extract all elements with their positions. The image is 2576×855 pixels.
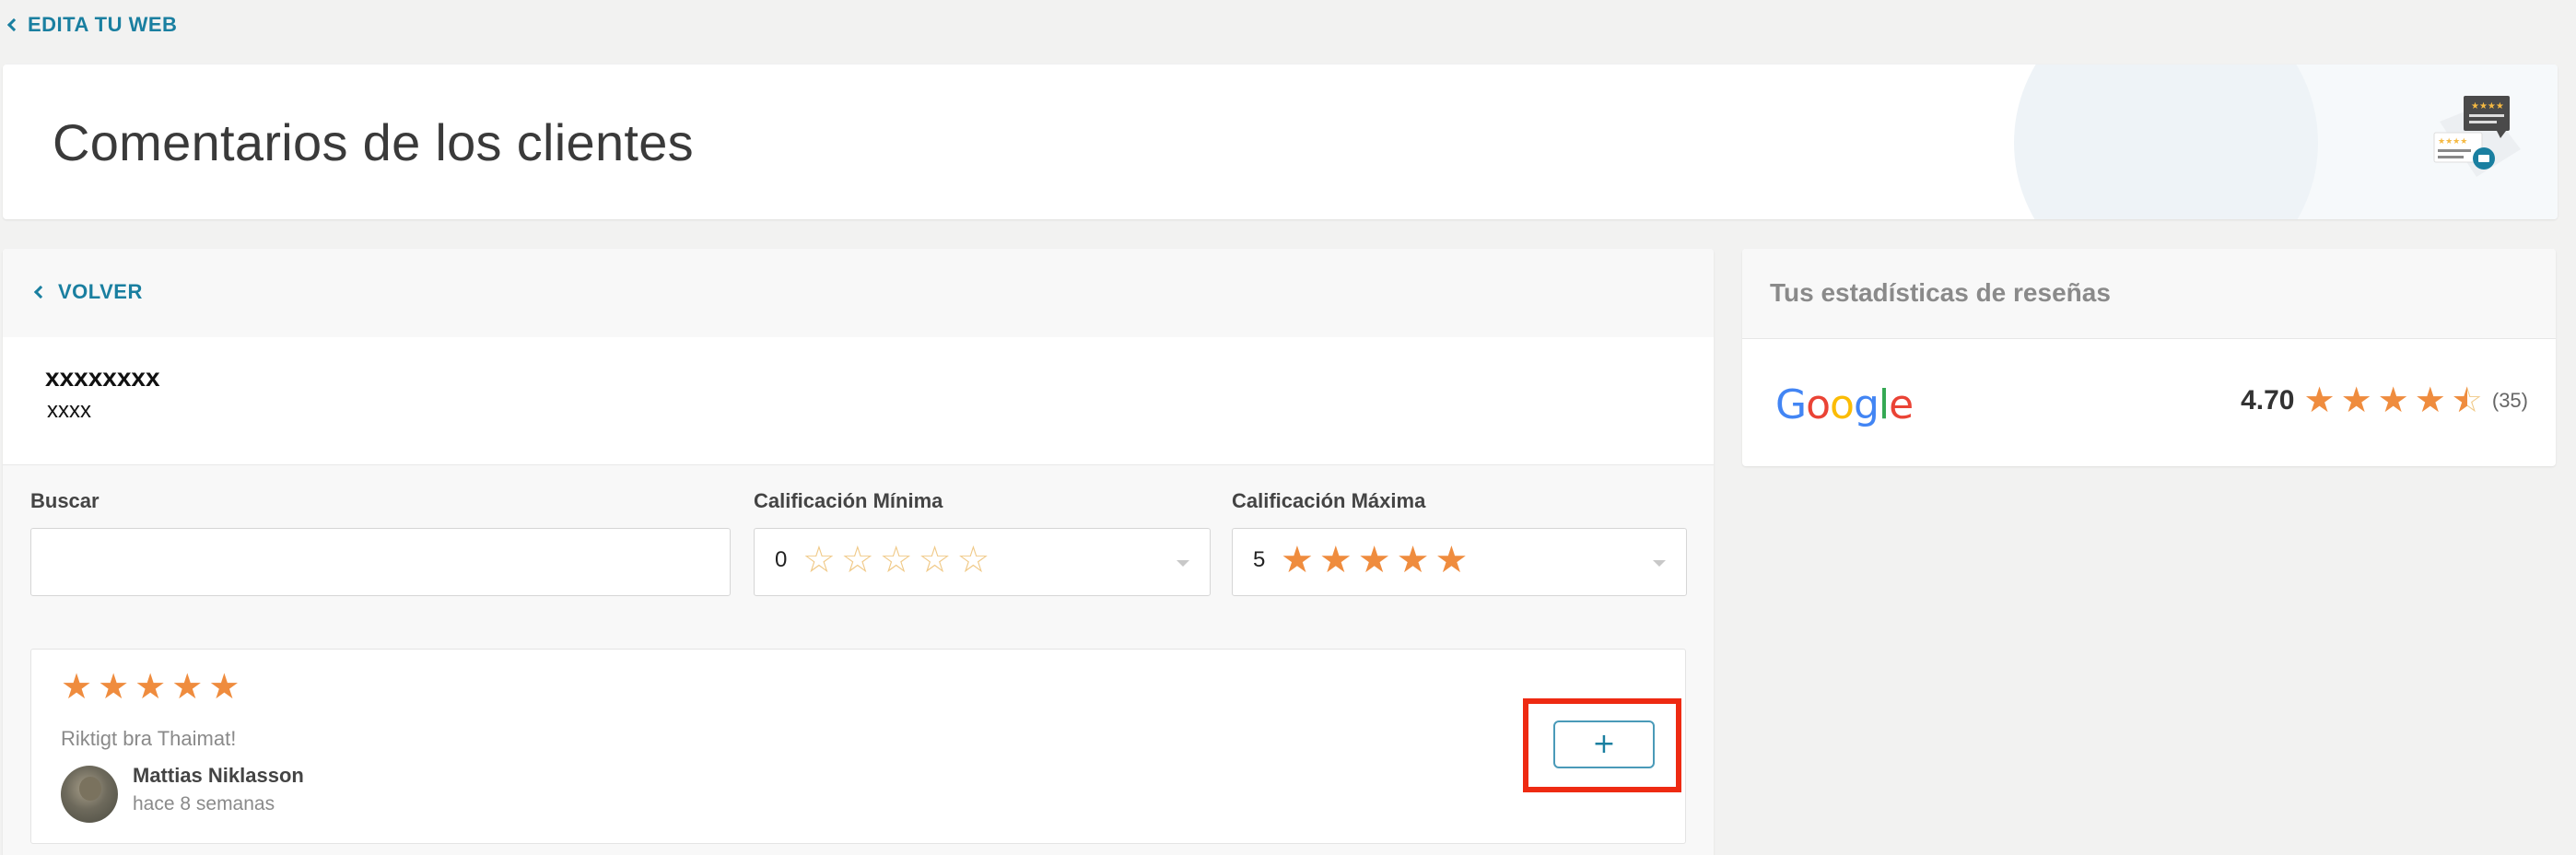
- star-empty-icon: ☆: [956, 540, 990, 580]
- page-title: Comentarios de los clientes: [53, 113, 694, 171]
- edit-web-link[interactable]: EDITA TU WEB: [6, 13, 178, 37]
- star-filled-icon: ★: [208, 668, 240, 707]
- back-label: VOLVER: [58, 280, 143, 303]
- back-bar: [3, 249, 1714, 337]
- edit-web-label: EDITA TU WEB: [28, 13, 178, 36]
- review-stars: ★ ★ ★ ★ ★: [61, 670, 240, 705]
- add-review-action-button[interactable]: +: [1553, 720, 1655, 768]
- star-filled-icon: ★: [1357, 540, 1391, 580]
- rating-value: 4.70: [2241, 385, 2295, 416]
- star-filled-icon: ★: [2340, 381, 2372, 420]
- header-decoration-circle: [2014, 64, 2318, 219]
- review-item: ★ ★ ★ ★ ★ Riktigt bra Thaimat! Mattias N…: [30, 649, 1686, 844]
- reviews-illustration-icon: ★★★★ ★★★★: [2433, 96, 2521, 177]
- rating-summary: 4.70 ★ ★ ★ ★ ☆★ (35): [2241, 383, 2528, 418]
- min-rating-stars: ☆ ☆ ☆ ☆ ☆: [802, 542, 989, 579]
- star-filled-icon: ★: [171, 668, 204, 707]
- back-link[interactable]: VOLVER: [33, 280, 143, 304]
- review-date: hace 8 semanas: [133, 793, 275, 814]
- review-author: Mattias Niklasson: [133, 764, 304, 787]
- star-filled-icon: ★: [1396, 540, 1430, 580]
- review-text: Riktigt bra Thaimat!: [61, 727, 237, 750]
- max-rating-select[interactable]: 5 ★ ★ ★ ★ ★: [1232, 528, 1687, 596]
- star-empty-icon: ☆: [918, 540, 952, 580]
- reviews-panel: VOLVER xxxxxxxx xxxx Buscar Calificación…: [3, 249, 1714, 855]
- max-rating-value: 5: [1253, 547, 1266, 572]
- star-filled-icon: ★: [2377, 381, 2409, 420]
- max-rating-label: Calificación Máxima: [1232, 489, 1426, 512]
- search-input[interactable]: [30, 528, 731, 596]
- star-filled-icon: ★: [1318, 540, 1352, 580]
- rating-count: (35): [2491, 389, 2528, 412]
- caret-down-icon: [1177, 560, 1189, 567]
- page-header: Comentarios de los clientes ★★★★ ★★★★: [3, 64, 2558, 219]
- min-rating-value: 0: [775, 547, 788, 572]
- star-filled-icon: ★: [98, 668, 130, 707]
- star-empty-icon: ☆: [840, 540, 874, 580]
- min-rating-label: Calificación Mínima: [754, 489, 943, 512]
- star-filled-icon: ★: [2303, 381, 2336, 420]
- chevron-left-icon: [6, 18, 21, 32]
- star-empty-icon: ☆: [879, 540, 913, 580]
- star-filled-icon: ★: [1434, 540, 1469, 580]
- star-filled-icon: ★: [2414, 381, 2446, 420]
- max-rating-stars: ★ ★ ★ ★ ★: [1281, 542, 1468, 579]
- business-subtitle: xxxx: [47, 398, 91, 423]
- avatar: [61, 766, 118, 823]
- star-filled-icon: ★: [61, 668, 93, 707]
- svg-text:★★★★: ★★★★: [2471, 101, 2504, 111]
- stats-title: Tus estadísticas de reseñas: [1770, 278, 2111, 307]
- star-filled-icon: ★: [135, 668, 167, 707]
- search-label: Buscar: [30, 489, 100, 512]
- rating-stars: ★ ★ ★ ★ ☆★: [2303, 383, 2482, 418]
- star-filled-icon: ★: [1281, 540, 1314, 580]
- google-logo: Google: [1775, 381, 1914, 428]
- review-stats-panel: Tus estadísticas de reseñas Google 4.70 …: [1742, 249, 2556, 466]
- business-name: xxxxxxxx: [45, 363, 160, 392]
- svg-text:★★★★: ★★★★: [2438, 137, 2467, 146]
- chevron-left-icon: [33, 285, 48, 299]
- min-rating-select[interactable]: 0 ☆ ☆ ☆ ☆ ☆: [754, 528, 1211, 596]
- star-half-icon: ☆★: [2451, 381, 2483, 420]
- caret-down-icon: [1653, 560, 1666, 567]
- star-empty-icon: ☆: [802, 540, 836, 580]
